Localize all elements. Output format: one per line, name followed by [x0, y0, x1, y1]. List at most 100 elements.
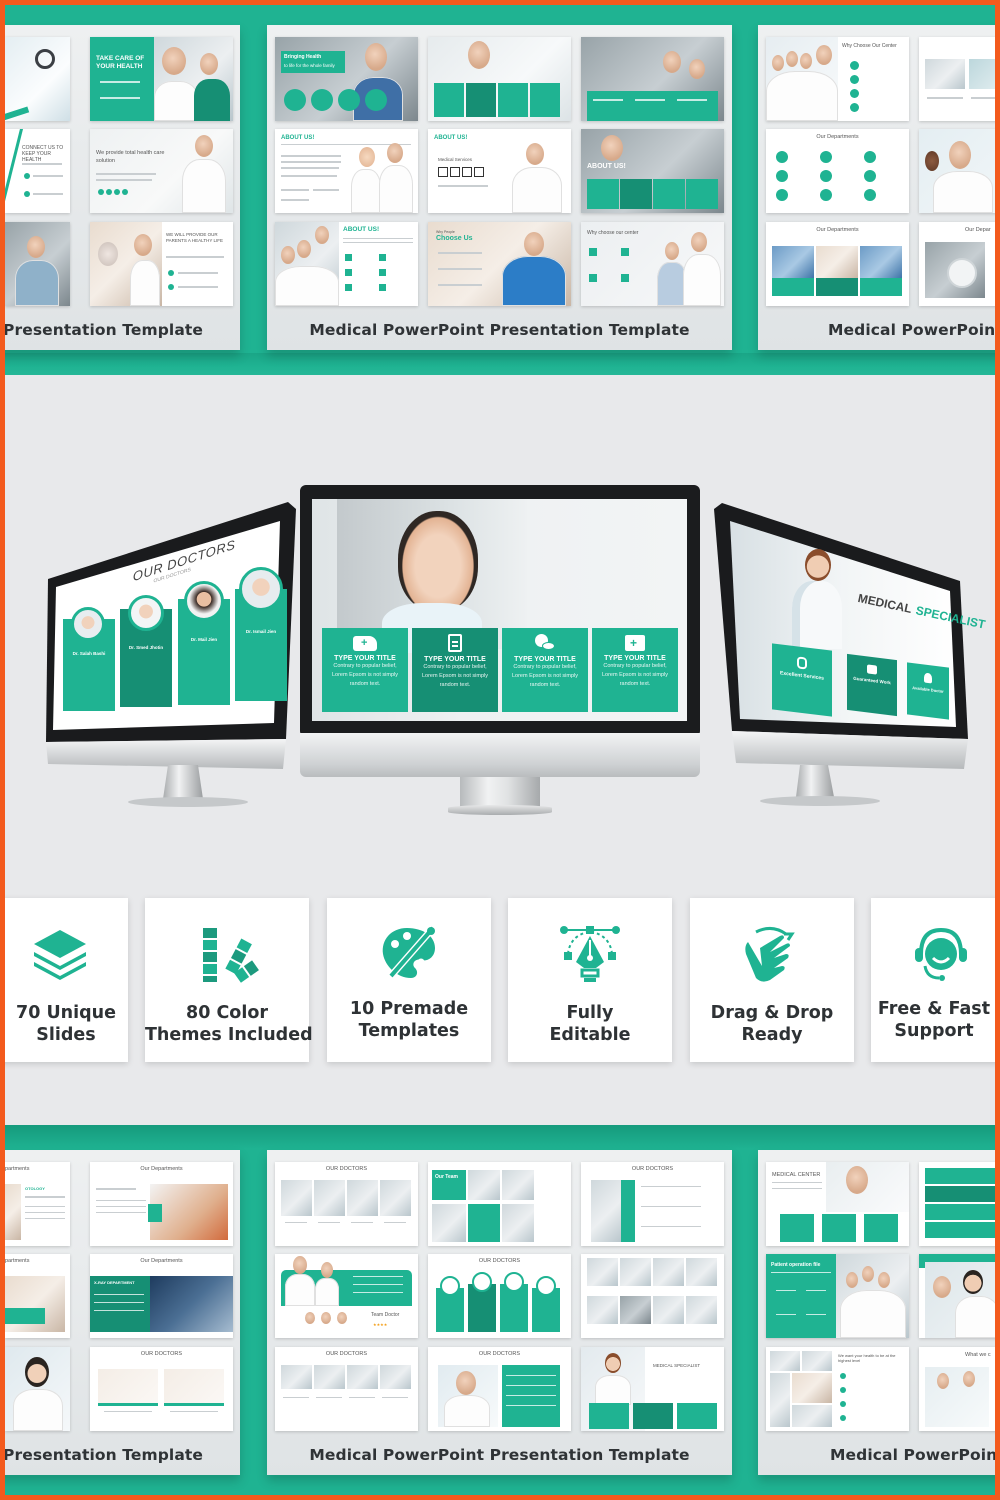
thumb-heading: Our Departments — [816, 134, 859, 140]
slide-thumb: Our Departments X-RAY DEPARTMENT — [90, 1254, 233, 1338]
card-title: Available Doctor — [912, 685, 944, 694]
slide-thumb: OUR DOCTORS — [90, 1347, 233, 1431]
doctor-card: Dr. Smed Jhotin — [120, 595, 172, 707]
preview-panel-right: Why Choose Our Center Latest N Our Depar… — [758, 25, 995, 350]
thumb-heading: OUR DOCTORS — [140, 1351, 183, 1357]
feature-card: + TYPE YOUR TITLE Contrary to popular be… — [322, 628, 408, 712]
thumb-subheading: Why People — [436, 230, 455, 234]
slide-thumb: Our Departments — [766, 129, 909, 213]
feature-tile-slides: 70 Unique Slides — [5, 898, 128, 1062]
feature-tile-color-themes: 80 Color Themes Included — [145, 898, 313, 1062]
layers-icon — [34, 930, 86, 980]
card-title: TYPE YOUR TITLE — [424, 656, 486, 663]
slide-thumb — [919, 1254, 995, 1338]
card-title: TYPE YOUR TITLE — [604, 655, 666, 662]
slide-thumb: What we c — [919, 1347, 995, 1431]
slide-thumb: Latest N — [919, 37, 995, 121]
slide-thumb — [5, 1347, 70, 1431]
slide-thumb: Our Departments — [766, 222, 909, 306]
thumb-heading: Patient operation file — [771, 1262, 821, 1268]
phone-icon — [797, 656, 807, 670]
slide-thumb — [5, 37, 70, 121]
slide-thumb — [581, 37, 724, 121]
feature-label: Fully Editable — [549, 1003, 631, 1045]
monitor-center: + TYPE YOUR TITLE Contrary to popular be… — [300, 485, 700, 820]
thumb-heading: We provide total health care solution — [96, 150, 165, 164]
card-text: Contrary to popular belief, Lorem Epsom … — [511, 664, 579, 688]
card-title: TYPE YOUR TITLE — [514, 656, 576, 663]
slide-thumb: Team Doctor ★★★★ — [275, 1254, 418, 1338]
thumb-heading: OUR DOCTORS — [325, 1166, 368, 1172]
thumb-subheading: to life for the whole family — [284, 63, 335, 68]
doctor-name: Dr. Mail Jien — [190, 637, 218, 642]
doctor-icon — [924, 672, 932, 684]
slide-thumb: OUR DOCTORS — [275, 1347, 418, 1431]
thumb-heading: OUR DOCTORS — [325, 1351, 368, 1357]
slide-thumb — [581, 1254, 724, 1338]
feature-label: 80 Color Themes Included — [145, 1003, 313, 1045]
thumb-heading: Bringing Health — [284, 54, 322, 60]
slide-thumb: OUR DOCTORS — [581, 1162, 724, 1246]
slide-thumb: Patient operation file — [766, 1254, 909, 1338]
slide-thumb: Our Depar — [919, 222, 995, 306]
thumb-heading: MEDICAL SPECIALIST — [653, 1363, 701, 1368]
thumb-heading: ABOUT US! — [281, 135, 315, 141]
panel-title: Medical PowerPoint Pr — [830, 1446, 995, 1464]
card-title: TYPE YOUR TITLE — [334, 655, 396, 662]
thumb-heading: OUR DOCTORS — [478, 1351, 521, 1357]
feature-tile-support: Free & Fast Support — [871, 898, 995, 1062]
slide-heading: OUR DOCTORS — [132, 536, 236, 585]
slide-thumb: ABOUT US! — [275, 129, 418, 213]
pills-icon — [535, 634, 555, 652]
slide-thumb: Why choose our center — [581, 222, 724, 306]
card-text: Contrary to popular belief, Lorem Epsom … — [601, 663, 669, 687]
doctor-card: Dr. Salah Bashi — [63, 607, 115, 711]
feature-tile-drag-drop: Drag & Drop Ready — [690, 898, 854, 1062]
slide-thumb: ABOUT US! Medical Services — [428, 129, 571, 213]
slide-thumb: OUR DOCTORS — [428, 1347, 571, 1431]
thumb-heading: TAKE CARE OF YOUR HEALTH — [96, 55, 145, 70]
slide-thumb: ABOUT US! — [275, 222, 418, 306]
feature-card: + TYPE YOUR TITLE Contrary to popular be… — [592, 628, 678, 712]
color-swatch-icon — [203, 928, 259, 983]
thumb-heading: Choose Us — [436, 235, 473, 242]
doctor-photo — [805, 549, 831, 581]
thumb-heading: ABOUT US! — [434, 135, 468, 141]
clipboard-icon — [448, 634, 462, 652]
thumb-heading: WE WILL PROVIDE OUR PARENTS A HEALTHY LI… — [166, 232, 224, 243]
doctor-name: Dr. Smed Jhotin — [128, 645, 164, 650]
panel-title: Medical PowerPoint Presentation Template — [309, 1446, 690, 1464]
thumb-subheading: Medical Services — [438, 157, 473, 162]
slide-thumb: MEDICAL CENTER — [766, 1162, 909, 1246]
page-frame: TAKE CARE OF YOUR HEALTH CONNECT US TO K… — [5, 5, 995, 1495]
slide-thumb — [919, 129, 995, 213]
thumb-heading: ABOUT US! — [343, 226, 380, 233]
feature-label: Free & Fast Support — [877, 999, 991, 1041]
feature-card: Excellent Services — [772, 643, 832, 717]
slide-thumb: ABOUT US! — [581, 129, 724, 213]
thumb-heading: partments — [5, 1258, 30, 1264]
doctor-name: Dr. Salah Bashi — [72, 651, 106, 656]
slide-thumb: partments — [5, 1254, 70, 1338]
rating-stars: ★★★★ — [373, 1322, 388, 1327]
first-aid-kit-icon: + — [625, 635, 645, 651]
drag-hand-icon — [745, 927, 795, 982]
thumb-heading: OUR DOCTORS — [631, 1166, 674, 1172]
feature-label: 10 Premade Templates — [349, 999, 469, 1041]
slide-thumb — [5, 222, 70, 306]
thumb-heading: We want your health to be at the highest… — [838, 1353, 896, 1363]
monitor-left: OUR DOCTORS OUR DOCTORS Dr. Salah Bashi … — [38, 499, 300, 809]
feature-card: Guaranteed Work — [847, 653, 897, 717]
slide-thumb: OUR DOCTORS — [428, 1254, 571, 1338]
thumb-heading: MEDICAL CENTER — [772, 1172, 821, 1178]
panel-title: Presentation Template — [5, 321, 204, 339]
preview-panel-center: OUR DOCTORS Our Team OUR DOCTORS Team Do… — [267, 1150, 732, 1475]
thumb-heading: Latest N — [919, 43, 995, 49]
slide-thumb: We want your health to be at the highest… — [766, 1347, 909, 1431]
slide-thumb: Why People Choose Us — [428, 222, 571, 306]
panel-title: Presentation Template — [5, 1446, 204, 1464]
card-text: Contrary to popular belief, Lorem Epsom … — [421, 664, 489, 688]
thumb-heading: ABOUT US! — [587, 163, 626, 170]
top-preview-band: TAKE CARE OF YOUR HEALTH CONNECT US TO K… — [5, 5, 995, 375]
bottom-preview-band: partments OTOLOGY Our Departments partme… — [5, 1125, 995, 1495]
